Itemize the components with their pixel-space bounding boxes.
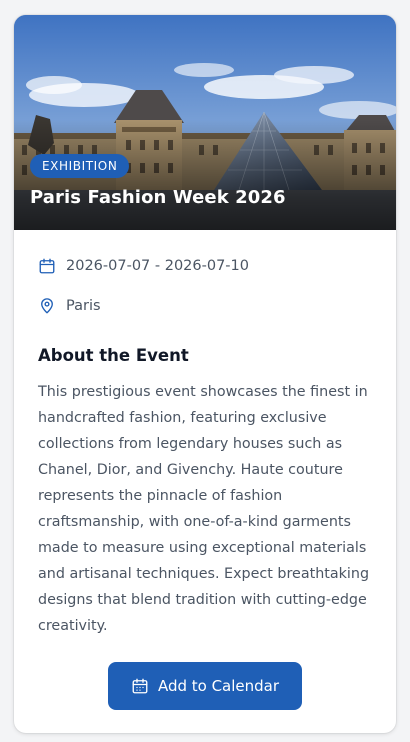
event-dates-row: 2026-07-07 - 2026-07-10 xyxy=(38,257,249,275)
event-location-row: Paris xyxy=(38,297,101,315)
calendar-icon xyxy=(38,257,56,275)
event-card: EXHIBITION Paris Fashion Week 2026 2026-… xyxy=(14,15,396,733)
event-hero-image: EXHIBITION Paris Fashion Week 2026 xyxy=(14,15,396,230)
about-heading: About the Event xyxy=(38,346,189,365)
calendar-icon xyxy=(131,677,149,695)
add-to-calendar-button[interactable]: Add to Calendar xyxy=(108,662,302,710)
event-location: Paris xyxy=(66,298,101,314)
add-to-calendar-label: Add to Calendar xyxy=(157,677,280,695)
event-dates: 2026-07-07 - 2026-07-10 xyxy=(66,258,249,274)
about-description: This prestigious event showcases the fin… xyxy=(38,384,370,634)
map-pin-icon xyxy=(38,297,56,315)
event-title: Paris Fashion Week 2026 xyxy=(30,187,286,208)
category-badge: EXHIBITION xyxy=(30,154,130,178)
